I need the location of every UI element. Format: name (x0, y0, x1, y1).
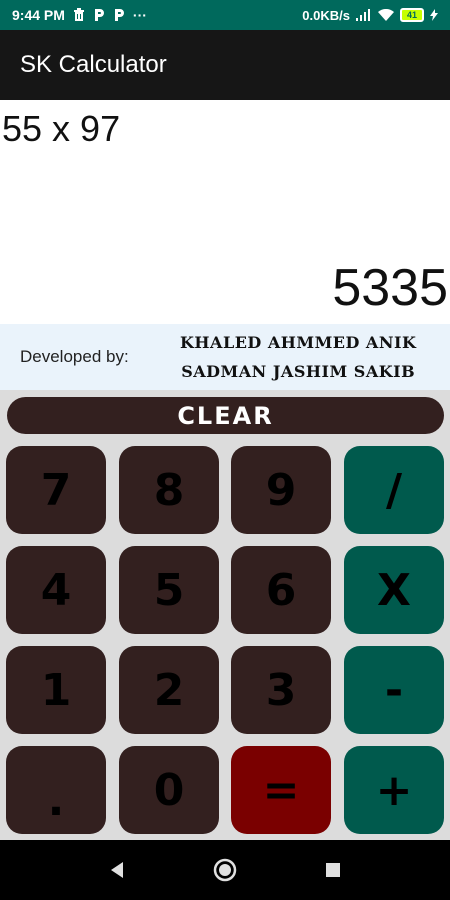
decimal-button[interactable]: . (6, 746, 106, 834)
result-text: 5335 (332, 259, 448, 317)
key-0[interactable]: 0 (119, 746, 219, 834)
trash-icon (73, 8, 85, 22)
wifi-icon (378, 9, 394, 21)
calculator-display: 55 x 97 5335 (0, 100, 450, 324)
home-icon[interactable] (210, 855, 240, 885)
key-2[interactable]: 2 (119, 646, 219, 734)
equals-button[interactable]: = (231, 746, 331, 834)
credits-label: Developed by: (20, 347, 129, 366)
key-6[interactable]: 6 (231, 546, 331, 634)
signal-icon (356, 9, 372, 21)
key-3[interactable]: 3 (231, 646, 331, 734)
navigation-bar (0, 840, 450, 900)
app-title: SK Calculator (20, 51, 167, 78)
key-9[interactable]: 9 (231, 446, 331, 534)
developer-name: SADMAN JASHIM SAKIB (181, 362, 416, 381)
status-time: 9:44 PM (12, 7, 65, 23)
developer-name: KHALED AHMMED ANIK (180, 333, 417, 352)
clear-button[interactable]: CLEAR (7, 397, 444, 434)
recent-apps-icon[interactable] (318, 855, 348, 885)
p-app-icon (93, 8, 105, 22)
expression-text: 55 x 97 (2, 108, 121, 149)
subtract-button[interactable]: - (344, 646, 444, 734)
divide-button[interactable]: / (344, 446, 444, 534)
p-app-icon-2 (113, 8, 125, 22)
back-icon[interactable] (102, 855, 132, 885)
add-button[interactable]: + (344, 746, 444, 834)
app-bar: SK Calculator (0, 30, 450, 100)
status-bar: 9:44 PM ··· 0.0KB/s 41 (0, 0, 450, 30)
key-1[interactable]: 1 (6, 646, 106, 734)
charging-icon (430, 9, 438, 21)
more-notifications-icon: ··· (132, 7, 147, 23)
network-speed: 0.0KB/s (302, 7, 350, 23)
key-7[interactable]: 7 (6, 446, 106, 534)
multiply-button[interactable]: X (344, 546, 444, 634)
key-5[interactable]: 5 (119, 546, 219, 634)
credits-panel: Developed by: KHALED AHMMED ANIK SADMAN … (0, 324, 450, 390)
keypad: CLEAR 7 8 9 / 4 5 6 X 1 2 3 - . 0 = + (0, 390, 450, 840)
battery-icon: 41 (400, 8, 424, 22)
key-4[interactable]: 4 (6, 546, 106, 634)
key-8[interactable]: 8 (119, 446, 219, 534)
